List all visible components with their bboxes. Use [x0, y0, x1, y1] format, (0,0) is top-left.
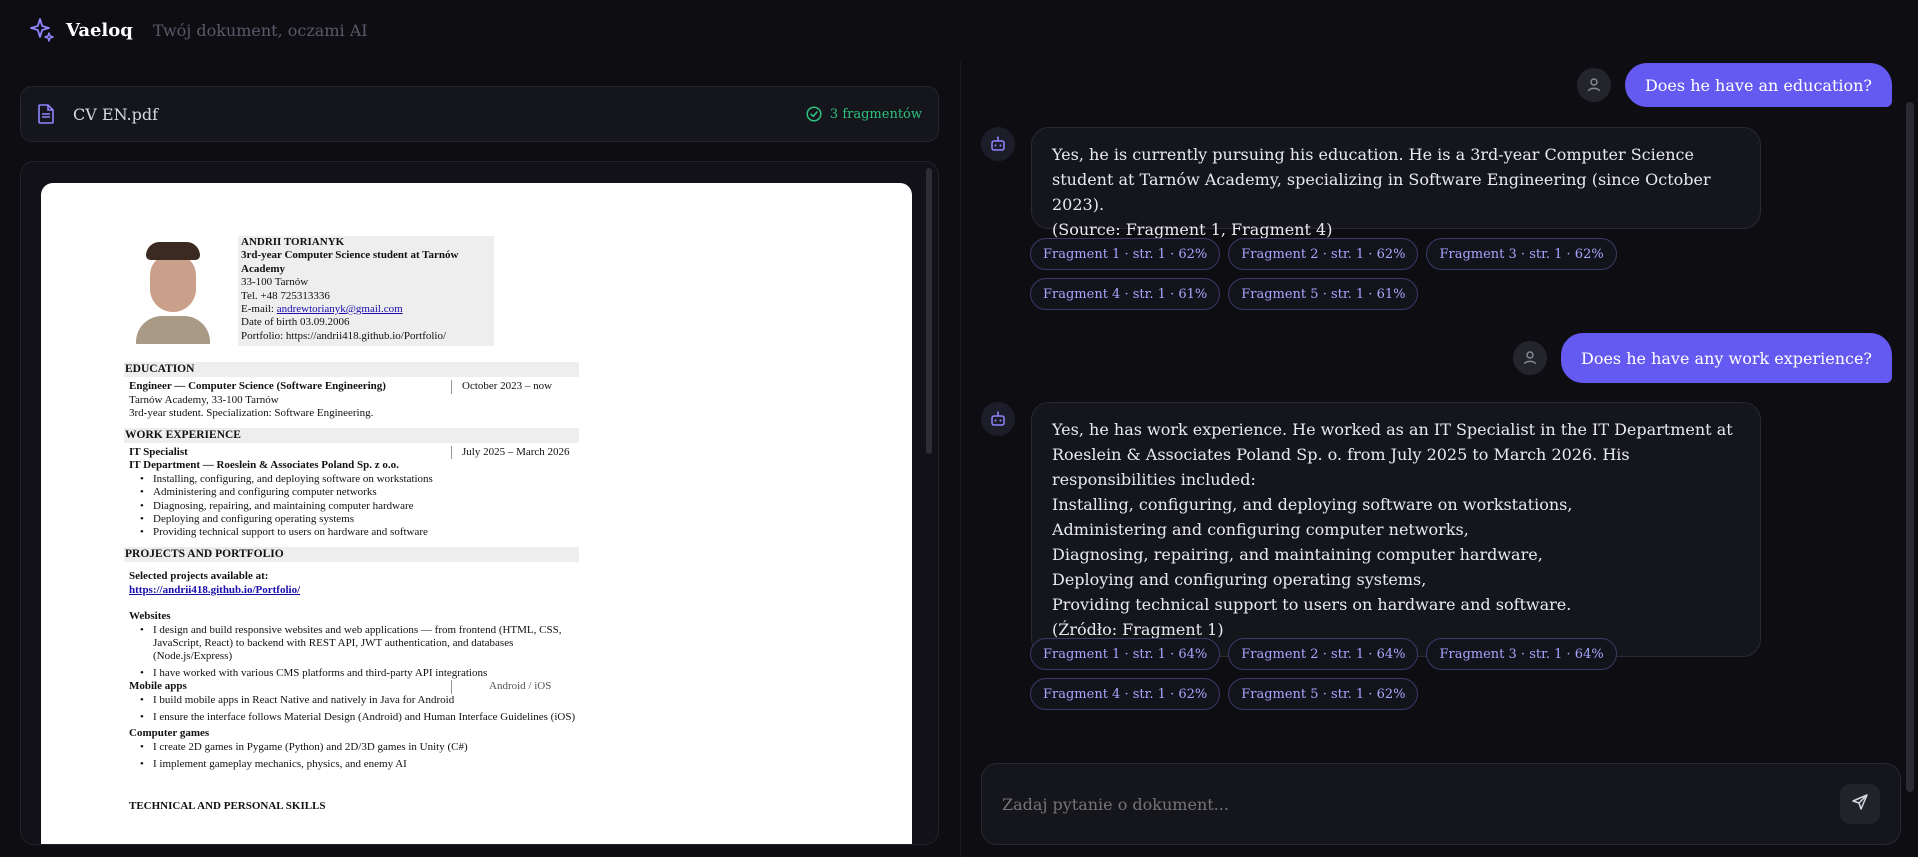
section-work: WORK EXPERIENCE [124, 427, 579, 444]
question-input[interactable] [1002, 794, 1840, 814]
education-row: Engineer — Computer Science (Software En… [124, 380, 579, 394]
profile-photo [132, 236, 214, 344]
cv-body: EDUCATION Engineer — Computer Science (S… [124, 362, 579, 813]
fragment-chip[interactable]: Fragment 2 · str. 1 · 62% [1228, 238, 1419, 270]
fragment-chip[interactable]: Fragment 4 · str. 1 · 62% [1030, 678, 1221, 710]
list-item: I ensure the interface follows Material … [140, 711, 579, 725]
fragment-chip[interactable]: Fragment 1 · str. 1 · 64% [1030, 638, 1221, 670]
list-item: Diagnosing, repairing, and maintaining c… [140, 500, 579, 514]
list-item: I design and build responsive websites a… [140, 624, 579, 664]
assistant-bubble: Yes, he has work experience. He worked a… [1031, 402, 1761, 657]
document-icon [37, 103, 59, 125]
cv-portfolio: Portfolio: https://andrii418.github.io/P… [241, 329, 447, 342]
chat-composer [981, 763, 1901, 845]
mobile-list: I build mobile apps in React Native and … [124, 694, 579, 725]
list-item: I build mobile apps in React Native and … [140, 694, 579, 708]
brand-name[interactable]: Vaeloq [66, 20, 133, 41]
cv-dob: Date of birth 03.09.2006 [241, 316, 350, 329]
job-duties: Installing, configuring, and deploying s… [124, 473, 579, 540]
document-viewer[interactable]: ANDRII TORIANYK 3rd-year Computer Scienc… [20, 161, 939, 845]
section-projects: PROJECTS AND PORTFOLIO [124, 546, 579, 563]
cv-contact-box: ANDRII TORIANYK 3rd-year Computer Scienc… [238, 236, 494, 346]
websites-list: I design and build responsive websites a… [124, 624, 579, 681]
send-icon [1851, 793, 1869, 815]
app-header: Vaeloq Twój dokument, oczami AI [0, 0, 960, 60]
send-button[interactable] [1840, 784, 1880, 824]
robot-icon [981, 127, 1015, 161]
robot-icon [981, 402, 1015, 436]
list-item: Deploying and configuring operating syst… [140, 513, 579, 527]
user-message: Does he have any work experience? [1513, 333, 1892, 383]
user-icon [1513, 341, 1547, 375]
user-bubble: Does he have any work experience? [1561, 333, 1892, 383]
user-message: Does he have an education? [1576, 63, 1892, 107]
assistant-message: Yes, he is currently pursuing his educat… [981, 127, 1761, 239]
cv-header: ANDRII TORIANYK 3rd-year Computer Scienc… [132, 236, 494, 346]
cv-email: E-mail: andrewtorianyk@gmail.com [241, 303, 403, 316]
file-name: CV EN.pdf [73, 104, 159, 124]
fragment-chip[interactable]: Fragment 2 · str. 1 · 64% [1228, 638, 1419, 670]
fragments-count: 3 fragmentów [829, 106, 922, 122]
cv-subtitle: 3rd-year Computer Science student at Tar… [241, 249, 459, 275]
tagline: Twój dokument, oczami AI [152, 20, 368, 40]
file-bar: CV EN.pdf 3 fragmentów [20, 86, 939, 142]
section-skills: TECHNICAL AND PERSONAL SKILLS [129, 799, 326, 812]
list-item: Administering and configuring computer n… [140, 486, 579, 500]
fragment-chip[interactable]: Fragment 1 · str. 1 · 62% [1030, 238, 1221, 270]
list-item: Providing technical support to users on … [140, 526, 579, 540]
games-list: I create 2D games in Pygame (Python) and… [124, 741, 579, 772]
chat-panel: Does he have an education? Yes, he is cu… [961, 60, 1918, 857]
fragment-chip[interactable]: Fragment 4 · str. 1 · 61% [1030, 278, 1221, 310]
cv-city: 33-100 Tarnów [241, 276, 309, 289]
document-scrollbar[interactable] [926, 168, 932, 454]
sparkle-icon [28, 16, 56, 44]
source-chips: Fragment 1 · str. 1 · 62% Fragment 2 · s… [1030, 238, 1750, 310]
mobile-row: Mobile apps Android / iOS [124, 680, 579, 694]
chat-scrollbar[interactable] [1906, 102, 1914, 792]
cv-name: ANDRII TORIANYK [241, 236, 345, 248]
portfolio-link[interactable]: https://andrii418.github.io/Portfolio/ [129, 584, 300, 596]
list-item: I implement gameplay mechanics, physics,… [140, 758, 579, 772]
fragment-chip[interactable]: Fragment 3 · str. 1 · 64% [1426, 638, 1617, 670]
section-education: EDUCATION [124, 362, 579, 378]
user-icon [1576, 68, 1611, 102]
check-circle-icon [806, 105, 824, 123]
fragments-status: 3 fragmentów [806, 105, 922, 123]
cv-email-link[interactable]: andrewtorianyk@gmail.com [277, 303, 403, 315]
list-item: I have worked with various CMS platforms… [140, 667, 579, 681]
fragment-chip[interactable]: Fragment 3 · str. 1 · 62% [1426, 238, 1617, 270]
fragment-chip[interactable]: Fragment 5 · str. 1 · 61% [1228, 278, 1419, 310]
list-item: Installing, configuring, and deploying s… [140, 473, 579, 487]
assistant-bubble: Yes, he is currently pursuing his educat… [1031, 127, 1761, 239]
source-chips: Fragment 1 · str. 1 · 64% Fragment 2 · s… [1030, 638, 1750, 710]
fragment-chip[interactable]: Fragment 5 · str. 1 · 62% [1228, 678, 1419, 710]
job-row: IT Specialist July 2025 – March 2026 [124, 446, 579, 460]
pdf-page: ANDRII TORIANYK 3rd-year Computer Scienc… [41, 183, 912, 844]
cv-phone: Tel. +48 725313336 [241, 289, 330, 302]
list-item: I create 2D games in Pygame (Python) and… [140, 741, 579, 755]
assistant-message: Yes, he has work experience. He worked a… [981, 402, 1761, 657]
user-bubble: Does he have an education? [1624, 63, 1892, 107]
